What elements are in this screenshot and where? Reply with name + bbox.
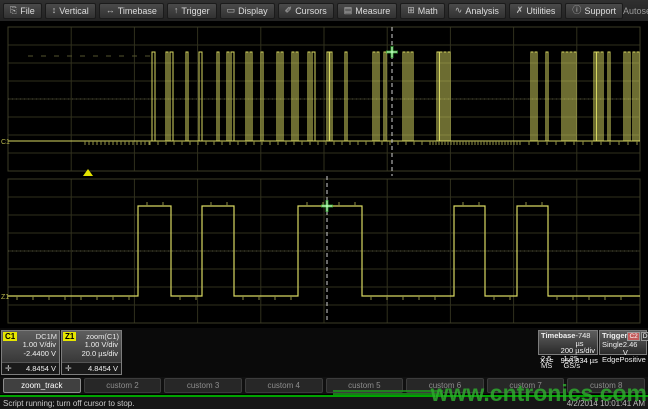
trigger-coupling-badge: DC [641, 332, 648, 341]
x1-cursor-readout: X1= 950.834 µs [540, 356, 598, 365]
menu-item-label: File [20, 6, 35, 16]
trigger-panel[interactable]: Trigger C2 DC Single 2.46 V Edge Positiv… [599, 330, 647, 355]
menu-item-list: ⎘ File ↕ Vertical ↔ Timebase ↑ Trigger [3, 3, 623, 19]
timebase-delay: -748 µs [575, 332, 595, 347]
menu-bar: ⎘ File ↕ Vertical ↔ Timebase ↑ Trigger [0, 0, 648, 22]
menu-item-icon: ⓘ [572, 6, 581, 15]
status-message: Script running; turn off cursor to stop. [3, 399, 134, 408]
menu-item-icon: ∿ [455, 6, 463, 15]
cursor-cross-icon: ✛ [65, 365, 72, 373]
descriptor-row: C1 DC1M 1.00 V/div -2.4400 V ✛ 4.8454 V … [0, 328, 648, 377]
menu-item-icon: ⊞ [407, 6, 415, 15]
bottom-button-custom-2[interactable]: custom 2 [84, 378, 162, 393]
menu-item-icon: ✗ [516, 6, 524, 15]
menu-item-icon: ▤ [344, 6, 353, 15]
menu-item-icon: ⎘ [10, 6, 17, 15]
menu-item-label: Utilities [526, 6, 555, 16]
scope-display[interactable]: C1 Z1 [0, 22, 648, 328]
menu-item-label: Math [418, 6, 438, 16]
menu-item-label: Analysis [465, 6, 499, 16]
c1-cursor-readout: ✛ 4.8454 V [2, 362, 59, 374]
menu-item-display[interactable]: ▭ Display [220, 3, 275, 19]
c1-readout-value: 4.8454 V [26, 364, 56, 373]
watermark: www.cntronics.com [431, 380, 647, 407]
z1-readout-value: 4.8454 V [88, 364, 118, 373]
bottom-button-custom-3[interactable]: custom 3 [164, 378, 242, 393]
trigger-mode: Single [602, 341, 623, 356]
menu-item-label: Timebase [118, 6, 157, 16]
zoom-z1-descriptor[interactable]: Z1 zoom(C1) 1.00 V/div 20.0 µs/div ✛ 4.8… [61, 330, 122, 375]
menu-item-math[interactable]: ⊞ Math [400, 3, 445, 19]
menu-item-label: Display [238, 6, 268, 16]
trigger-slope: Positive [620, 356, 646, 364]
bottom-button-label: custom 3 [187, 381, 219, 390]
menu-item-label: Support [584, 6, 616, 16]
bottom-button-custom-4[interactable]: custom 4 [245, 378, 323, 393]
x1-label: X1= [540, 356, 554, 365]
timebase-title: Timebase [541, 332, 575, 347]
menu-item-file[interactable]: ⎘ File [3, 3, 42, 19]
bottom-button-label: custom 4 [267, 381, 299, 390]
c1-badge: C1 [3, 332, 17, 341]
menu-item-cursors[interactable]: ✐ Cursors [278, 3, 334, 19]
menu-item-support[interactable]: ⓘ Support [565, 3, 623, 19]
z1-cursor-readout: ✛ 4.8454 V [62, 362, 121, 374]
menu-item-label: Trigger [181, 6, 209, 16]
menu-item-icon: ▭ [227, 6, 236, 15]
z1-timebase: 20.0 µs/div [62, 350, 121, 359]
menu-item-measure[interactable]: ▤ Measure [337, 3, 398, 19]
menu-item-analysis[interactable]: ∿ Analysis [448, 3, 506, 19]
trigger-level: 2.46 V [623, 341, 644, 356]
menu-item-icon: ↑ [174, 6, 179, 15]
bottom-button-label: zoom_track [21, 381, 62, 390]
bottom-button-label: custom 2 [106, 381, 138, 390]
menu-item-label: Cursors [295, 6, 327, 16]
menu-item-vertical[interactable]: ↕ Vertical [45, 3, 96, 19]
cursor-cross-icon: ✛ [5, 365, 12, 373]
menu-item-timebase[interactable]: ↔ Timebase [99, 3, 164, 19]
menu-right: Autoset Undo ↶ [623, 1, 648, 20]
menu-item-icon: ✐ [285, 6, 293, 15]
bottom-button-zoom-track[interactable]: zoom_track [3, 378, 81, 393]
z1-badge: Z1 [63, 332, 76, 341]
svg-text:C1: C1 [1, 139, 10, 146]
menu-item-label: Vertical [59, 6, 89, 16]
x1-value: 950.834 µs [561, 356, 598, 365]
oscilloscope-app: ⎘ File ↕ Vertical ↔ Timebase ↑ Trigger [0, 0, 648, 409]
timebase-panel[interactable]: Timebase -748 µs 200 µs/div 2.5 MS 1.25 … [538, 330, 598, 355]
menu-item-trigger[interactable]: ↑ Trigger [167, 3, 217, 19]
timebase-header: Timebase -748 µs [541, 332, 595, 347]
menu-item-icon: ↕ [52, 6, 57, 15]
trigger-type: Edge [602, 356, 620, 364]
autoset-label: Autoset [623, 6, 648, 16]
menu-item-icon: ↔ [106, 6, 115, 15]
waveform-canvas[interactable]: C1 Z1 [0, 22, 648, 328]
menu-item-label: Measure [355, 6, 390, 16]
watermark-lines [333, 389, 443, 396]
channel-c1-descriptor[interactable]: C1 DC1M 1.00 V/div -2.4400 V ✛ 4.8454 V [1, 330, 60, 375]
svg-text:Z1: Z1 [1, 294, 9, 301]
menu-item-utilities[interactable]: ✗ Utilities [509, 3, 563, 19]
c1-offset: -2.4400 V [2, 350, 59, 359]
